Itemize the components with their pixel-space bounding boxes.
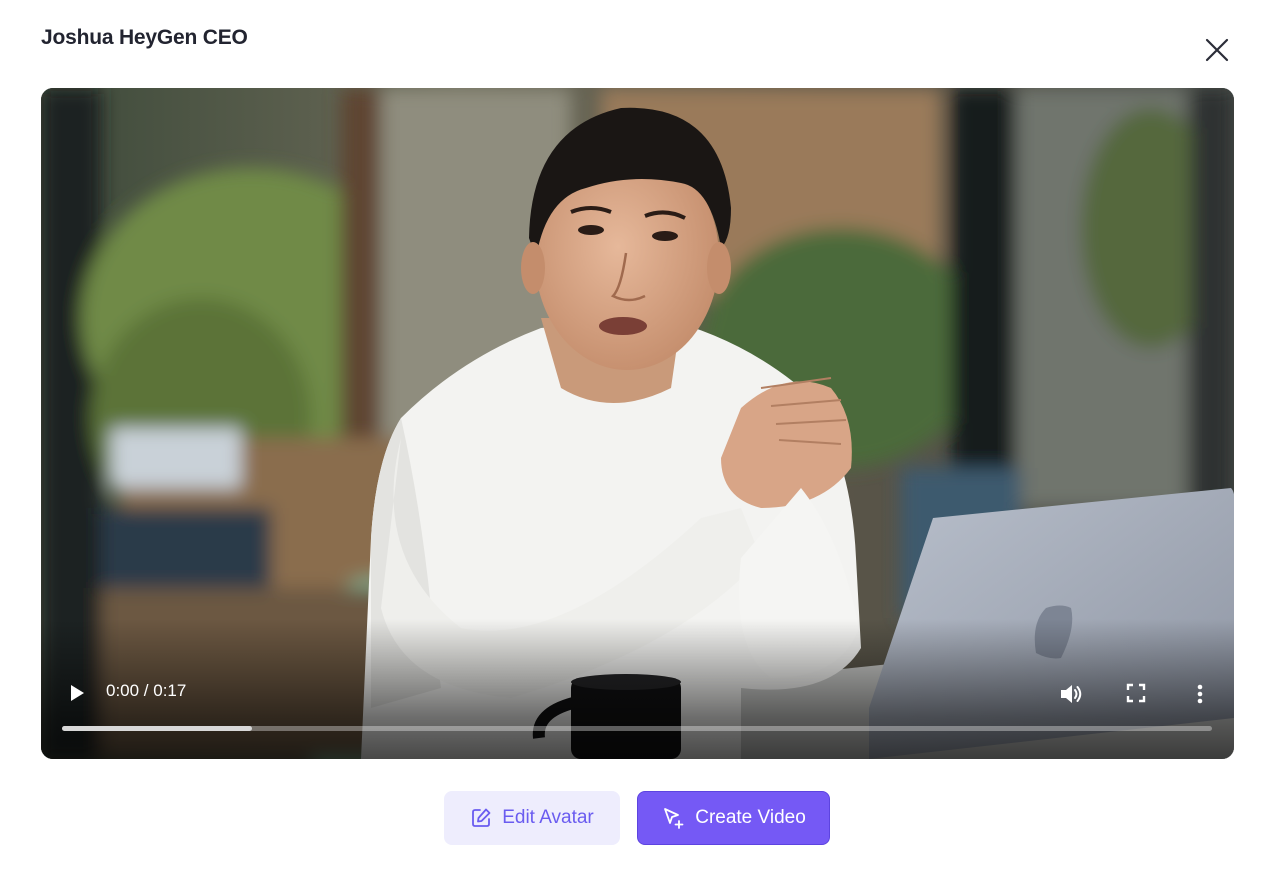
volume-button[interactable] (1058, 681, 1084, 707)
play-icon (71, 685, 84, 701)
fullscreen-button[interactable] (1125, 682, 1147, 704)
more-options-button[interactable] (1193, 681, 1207, 707)
create-video-label: Create Video (695, 807, 806, 828)
close-icon (1205, 38, 1229, 62)
controls-overlay (41, 619, 1234, 759)
edit-icon (472, 808, 491, 827)
dialog-title: Joshua HeyGen CEO (41, 26, 248, 49)
progress-bar[interactable] (62, 726, 1212, 731)
create-video-button[interactable]: Create Video (637, 791, 830, 845)
video-player[interactable]: 0:00 / 0:17 (41, 88, 1234, 759)
fullscreen-icon (1126, 683, 1146, 703)
volume-icon (1061, 685, 1082, 703)
time-display: 0:00 / 0:17 (106, 681, 187, 700)
play-button[interactable] (66, 682, 88, 704)
edit-avatar-label: Edit Avatar (502, 807, 594, 828)
cursor-add-icon (664, 808, 684, 829)
progress-bar-fill (62, 726, 252, 731)
close-button[interactable] (1203, 36, 1231, 64)
edit-avatar-button[interactable]: Edit Avatar (444, 791, 620, 845)
more-vertical-icon (1197, 684, 1203, 704)
